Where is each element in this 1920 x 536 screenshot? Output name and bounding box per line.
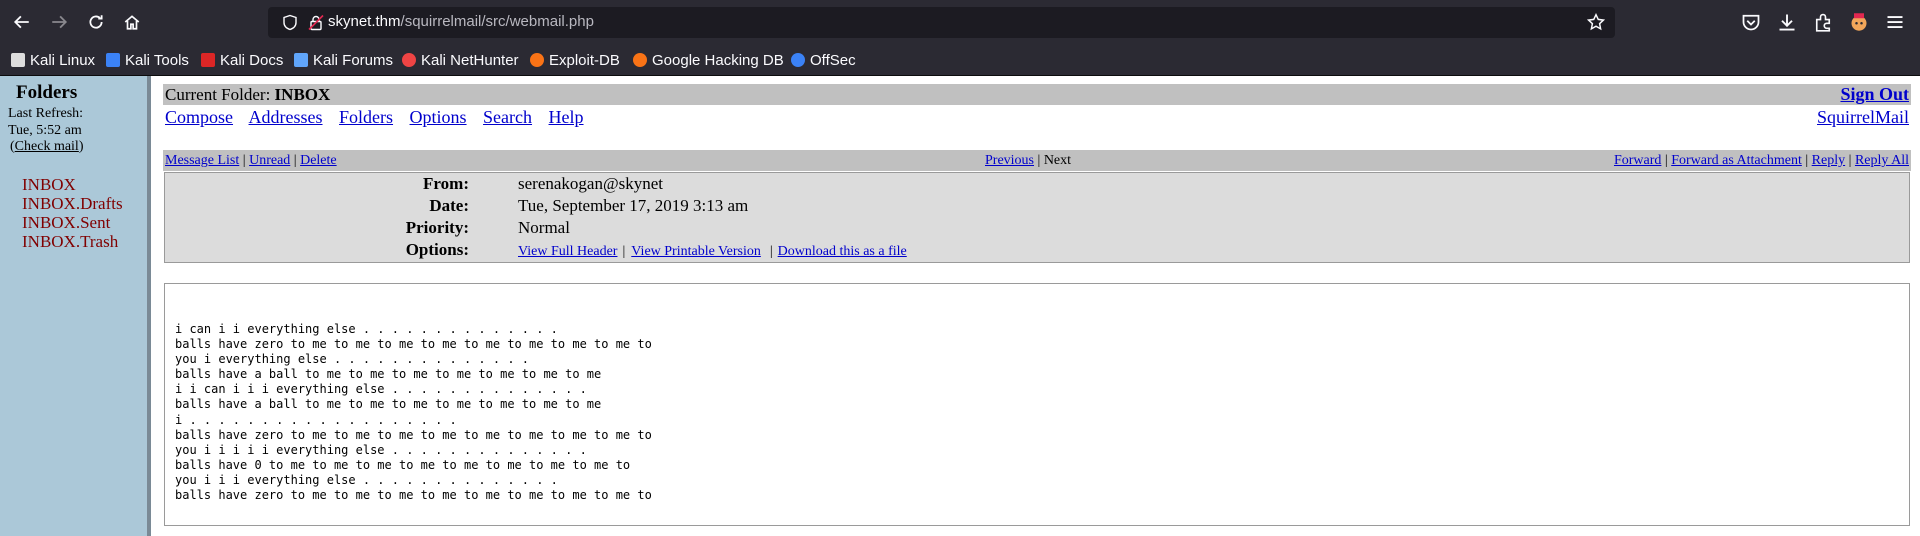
browser-toolbar: skynet.thm/squirrelmail/src/webmail.php: [0, 0, 1920, 45]
priority-row: Priority: Normal: [165, 218, 1909, 238]
message-list-link[interactable]: Message List: [165, 153, 239, 168]
from-row: From: serenakogan@skynet: [165, 174, 1909, 194]
bookmark-kali-nethunter[interactable]: Kali NetHunter: [402, 49, 519, 71]
message-actions: Message List | Unread | Delete: [165, 153, 337, 168]
downloads-icon[interactable]: [1777, 12, 1797, 32]
forward-link[interactable]: Forward: [1614, 153, 1661, 168]
folder-sent[interactable]: INBOX.Sent: [22, 213, 123, 232]
next-label: Next: [1043, 153, 1072, 168]
current-folder: Current Folder: INBOX: [165, 85, 331, 104]
extensions-icon[interactable]: [1813, 12, 1833, 32]
squirrelmail-link[interactable]: SquirrelMail: [1817, 107, 1909, 128]
reply-all-link[interactable]: Reply All: [1855, 153, 1909, 168]
menu-options[interactable]: Options: [410, 107, 467, 127]
options-row: Options: View Full Header | View Printable…: [165, 240, 1909, 260]
message-pager: Previous | Next: [985, 153, 1072, 168]
forward-attachment-link[interactable]: Forward as Attachment: [1671, 153, 1802, 168]
date-value: Tue, September 17, 2019 3:13 am: [518, 196, 749, 215]
bookmarks-bar: Kali Linux Kali Tools Kali Docs Kali For…: [0, 45, 1920, 76]
address-bar[interactable]: skynet.thm/squirrelmail/src/webmail.php: [268, 7, 1615, 38]
message-nav-bar: Message List | Unread | Delete Previous …: [163, 150, 1911, 171]
priority-value: Normal: [518, 218, 570, 237]
page-content: Folders Last Refresh: Tue, 5:52 am (Chec…: [0, 76, 1920, 536]
folders-title: Folders: [16, 82, 78, 103]
date-row: Date: Tue, September 17, 2019 3:13 am: [165, 196, 1909, 216]
options-links: View Full Header | View Printable Version |…: [518, 244, 907, 259]
kali-forums-icon: [294, 53, 308, 67]
bookmark-offsec[interactable]: OffSec: [791, 49, 856, 71]
menu-addresses[interactable]: Addresses: [249, 107, 323, 127]
folder-drafts[interactable]: INBOX.Drafts: [22, 194, 123, 213]
url-text: skynet.thm/squirrelmail/src/webmail.php: [328, 13, 594, 30]
message-body: i can i i everything else . . . . . . . …: [164, 283, 1910, 526]
profile-icon[interactable]: [1849, 12, 1869, 32]
view-full-header-link[interactable]: View Full Header: [518, 244, 617, 259]
from-value: serenakogan@skynet: [518, 174, 663, 193]
check-mail: (Check mail): [10, 139, 84, 154]
bookmark-exploit-db[interactable]: Exploit-DB: [530, 49, 620, 71]
last-refresh: Last Refresh: Tue, 5:52 am: [8, 105, 83, 139]
lock-icon[interactable]: [308, 14, 324, 31]
message-header: From: serenakogan@skynet Date: Tue, Sept…: [164, 172, 1910, 263]
unread-link[interactable]: Unread: [249, 153, 290, 168]
reload-icon[interactable]: [84, 10, 108, 34]
bookmark-google-hacking-db[interactable]: Google Hacking DB: [633, 49, 784, 71]
menu-folders[interactable]: Folders: [339, 107, 393, 127]
bookmark-kali-linux[interactable]: Kali Linux: [11, 49, 95, 71]
home-icon[interactable]: [120, 10, 144, 34]
exploit-db-icon: [530, 53, 544, 67]
folders-sidebar: Folders Last Refresh: Tue, 5:52 am (Chec…: [0, 76, 151, 536]
url-host: skynet.thm: [328, 13, 401, 30]
shield-icon[interactable]: [282, 14, 298, 31]
folder-trash[interactable]: INBOX.Trash: [22, 232, 123, 251]
menu-icon[interactable]: [1885, 12, 1905, 32]
offsec-icon: [791, 53, 805, 67]
folder-list: INBOX INBOX.Drafts INBOX.Sent INBOX.Tras…: [22, 175, 123, 251]
sign-out-link[interactable]: Sign Out: [1840, 84, 1909, 105]
bookmark-kali-forums[interactable]: Kali Forums: [294, 49, 393, 71]
pocket-icon[interactable]: [1741, 12, 1761, 32]
reply-link[interactable]: Reply: [1812, 153, 1845, 168]
previous-link[interactable]: Previous: [985, 153, 1034, 168]
bookmark-star-icon[interactable]: [1586, 12, 1606, 31]
options-label: Options:: [405, 240, 469, 259]
delete-link[interactable]: Delete: [300, 153, 337, 168]
kali-tools-icon: [106, 53, 120, 67]
menu-help[interactable]: Help: [549, 107, 584, 127]
message-body-text: i can i i everything else . . . . . . . …: [175, 322, 652, 503]
ghdb-icon: [633, 53, 647, 67]
kali-docs-icon: [201, 53, 215, 67]
current-folder-bar: Current Folder: INBOX Sign Out: [163, 84, 1911, 105]
download-file-link[interactable]: Download this as a file: [778, 244, 907, 259]
last-refresh-time: Tue, 5:52 am: [8, 123, 82, 138]
reply-actions: Forward | Forward as Attachment | Reply …: [1613, 153, 1909, 168]
menu-search[interactable]: Search: [483, 107, 532, 127]
bookmark-kali-tools[interactable]: Kali Tools: [106, 49, 189, 71]
main-menu: Compose Addresses Folders Options Search…: [165, 107, 596, 128]
bookmark-kali-docs[interactable]: Kali Docs: [201, 49, 283, 71]
date-label: Date:: [429, 196, 469, 215]
forward-icon[interactable]: [47, 10, 71, 34]
last-refresh-label: Last Refresh:: [8, 106, 84, 121]
back-icon[interactable]: [10, 10, 34, 34]
folder-inbox[interactable]: INBOX: [22, 175, 123, 194]
kali-dragon-icon: [11, 53, 25, 67]
url-path: /squirrelmail/src/webmail.php: [400, 13, 594, 30]
from-label: From:: [423, 174, 469, 193]
menu-compose[interactable]: Compose: [165, 107, 233, 127]
view-printable-link[interactable]: View Printable Version: [631, 244, 761, 259]
current-folder-name: INBOX: [274, 85, 331, 104]
check-mail-link[interactable]: Check mail: [15, 139, 79, 154]
priority-label: Priority:: [405, 218, 469, 237]
nethunter-icon: [402, 53, 416, 67]
